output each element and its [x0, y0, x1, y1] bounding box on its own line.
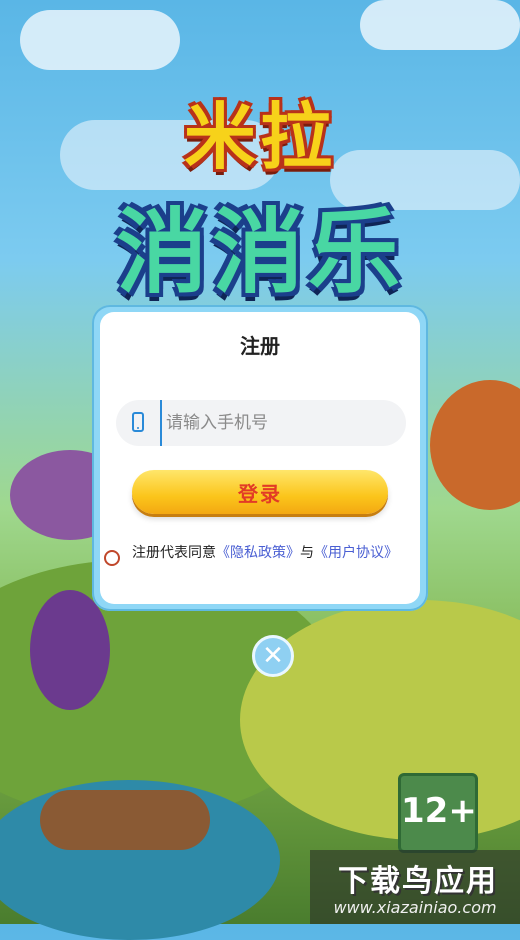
agreement-prefix: 注册代表同意 — [132, 545, 216, 561]
login-button[interactable]: 登录 — [132, 470, 388, 514]
phone-field[interactable] — [116, 400, 406, 446]
register-dialog: 注册 登录 注册代表同意《隐私政策》与《用户协议》 — [100, 312, 420, 604]
phone-icon — [132, 412, 144, 432]
age-rating-label: 12+ — [401, 791, 477, 831]
phone-input[interactable] — [160, 400, 390, 446]
watermark-title: 下载鸟应用 — [338, 864, 498, 899]
watermark-url: www.xiazainiao.com — [333, 898, 497, 917]
agreement-radio[interactable] — [104, 550, 120, 566]
user-agreement-link[interactable]: 《用户协议》 — [314, 545, 398, 561]
agreement-text: 注册代表同意《隐私政策》与《用户协议》 — [132, 544, 402, 562]
privacy-policy-link[interactable]: 《隐私政策》 — [216, 545, 300, 561]
close-button[interactable]: ✕ — [252, 635, 294, 677]
close-icon: ✕ — [262, 641, 284, 671]
age-rating-badge: 12+ — [398, 773, 478, 853]
dialog-title: 注册 — [240, 334, 280, 358]
game-title-line1: 米拉 — [183, 95, 336, 179]
agreement-connector: 与 — [300, 545, 314, 561]
watermark: 下载鸟应用 www.xiazainiao.com — [310, 850, 520, 924]
game-title-line2: 消消乐 — [115, 199, 404, 306]
